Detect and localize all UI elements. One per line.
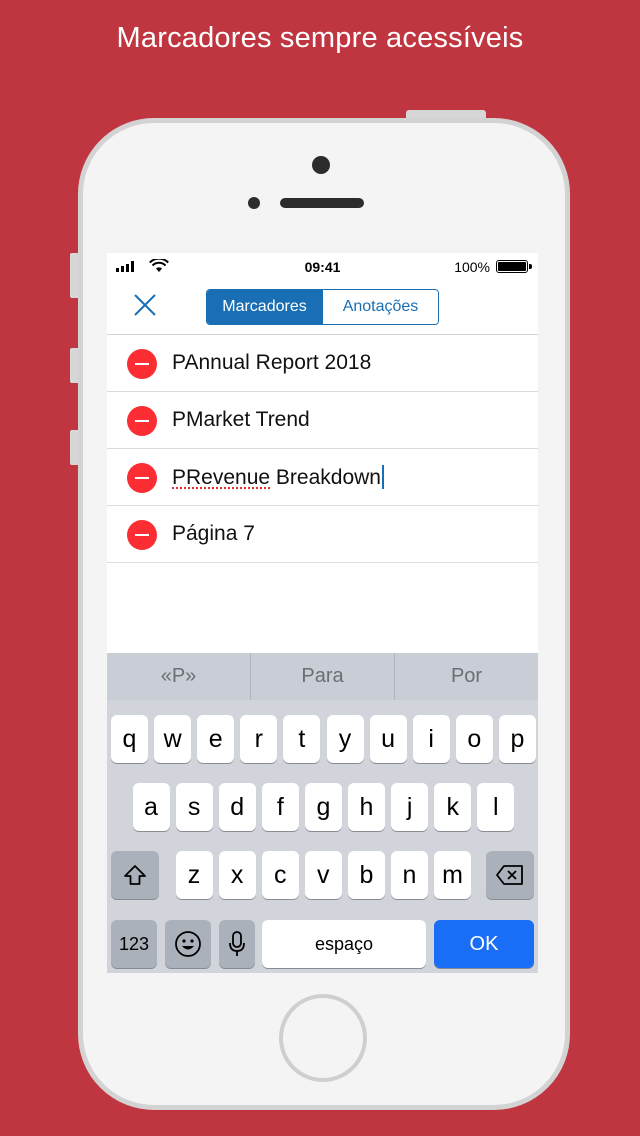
backspace-key[interactable]	[486, 851, 534, 899]
numbers-key[interactable]: 123	[111, 920, 157, 968]
segmented-control: Marcadores Anotações	[206, 289, 439, 325]
key-o[interactable]: o	[455, 715, 493, 763]
bookmark-row-editing[interactable]: PRevenue Breakdown	[107, 449, 538, 506]
key-n[interactable]: n	[391, 851, 428, 899]
space-key[interactable]: espaço	[262, 920, 426, 968]
dictation-key[interactable]	[219, 920, 255, 968]
key-b[interactable]: b	[347, 851, 385, 899]
microphone-icon	[229, 931, 245, 956]
earpiece-speaker	[280, 198, 364, 208]
key-r[interactable]: r	[240, 715, 278, 763]
ok-key[interactable]: OK	[434, 920, 534, 968]
key-v[interactable]: v	[304, 851, 342, 899]
suggestion-1[interactable]: «P»	[107, 653, 250, 700]
bookmark-edit-field[interactable]: PRevenue Breakdown	[172, 464, 384, 490]
front-camera	[312, 156, 330, 174]
key-j[interactable]: j	[391, 783, 429, 831]
keyboard: «P» Para Por qwertyuiop asdfghjkl zxcvbn…	[107, 653, 538, 973]
key-d[interactable]: d	[218, 783, 256, 831]
status-bar: 09:41 100%	[107, 253, 538, 281]
key-e[interactable]: e	[197, 715, 235, 763]
delete-icon[interactable]	[127, 349, 157, 379]
key-w[interactable]: w	[154, 715, 192, 763]
key-p[interactable]: p	[498, 715, 536, 763]
tab-marcadores[interactable]: Marcadores	[207, 290, 322, 324]
tab-anotacoes[interactable]: Anotações	[322, 290, 438, 324]
key-l[interactable]: l	[477, 783, 515, 831]
key-s[interactable]: s	[175, 783, 213, 831]
bookmark-list: PAnnual Report 2018 PMarket Trend PReven…	[107, 335, 538, 563]
bookmark-row[interactable]: PAnnual Report 2018	[107, 335, 538, 392]
proximity-sensor	[248, 197, 260, 209]
page-headline: Marcadores sempre acessíveis	[116, 22, 524, 54]
delete-icon[interactable]	[127, 406, 157, 436]
delete-icon[interactable]	[127, 520, 157, 550]
battery-percentage: 100%	[454, 259, 490, 275]
emoji-icon	[175, 931, 201, 957]
shift-icon	[124, 865, 146, 885]
delete-icon[interactable]	[127, 463, 157, 493]
bookmark-label-rest: Breakdown	[270, 465, 381, 489]
suggestion-3[interactable]: Por	[394, 653, 538, 700]
key-y[interactable]: y	[326, 715, 364, 763]
key-a[interactable]: a	[132, 783, 170, 831]
key-t[interactable]: t	[283, 715, 321, 763]
backspace-icon	[496, 865, 523, 885]
key-u[interactable]: u	[369, 715, 407, 763]
shift-key[interactable]	[111, 851, 159, 899]
key-f[interactable]: f	[261, 783, 299, 831]
key-m[interactable]: m	[434, 851, 472, 899]
bookmark-row[interactable]: PMarket Trend	[107, 392, 538, 449]
text-cursor	[381, 464, 384, 489]
close-icon[interactable]	[131, 291, 159, 319]
emoji-key[interactable]	[165, 920, 211, 968]
key-g[interactable]: g	[304, 783, 342, 831]
bookmark-label[interactable]: Página 7	[172, 522, 255, 546]
suggestion-2[interactable]: Para	[250, 653, 394, 700]
bookmark-label[interactable]: PAnnual Report 2018	[172, 351, 371, 375]
navigation-bar: Marcadores Anotações	[107, 281, 538, 335]
key-k[interactable]: k	[434, 783, 472, 831]
suggestion-bar: «P» Para Por	[107, 653, 538, 700]
key-x[interactable]: x	[218, 851, 256, 899]
phone-screen: 09:41 100% Marcadores Anotações PAnnual …	[107, 253, 538, 973]
battery-icon	[496, 260, 532, 273]
key-c[interactable]: c	[261, 851, 299, 899]
home-button[interactable]	[279, 994, 367, 1082]
key-h[interactable]: h	[348, 783, 385, 831]
key-z[interactable]: z	[175, 851, 213, 899]
bookmark-label[interactable]: PMarket Trend	[172, 408, 310, 432]
key-q[interactable]: q	[111, 715, 148, 763]
key-i[interactable]: i	[412, 715, 450, 763]
misspelled-word: PRevenue	[172, 465, 271, 489]
bookmark-row[interactable]: Página 7	[107, 506, 538, 563]
